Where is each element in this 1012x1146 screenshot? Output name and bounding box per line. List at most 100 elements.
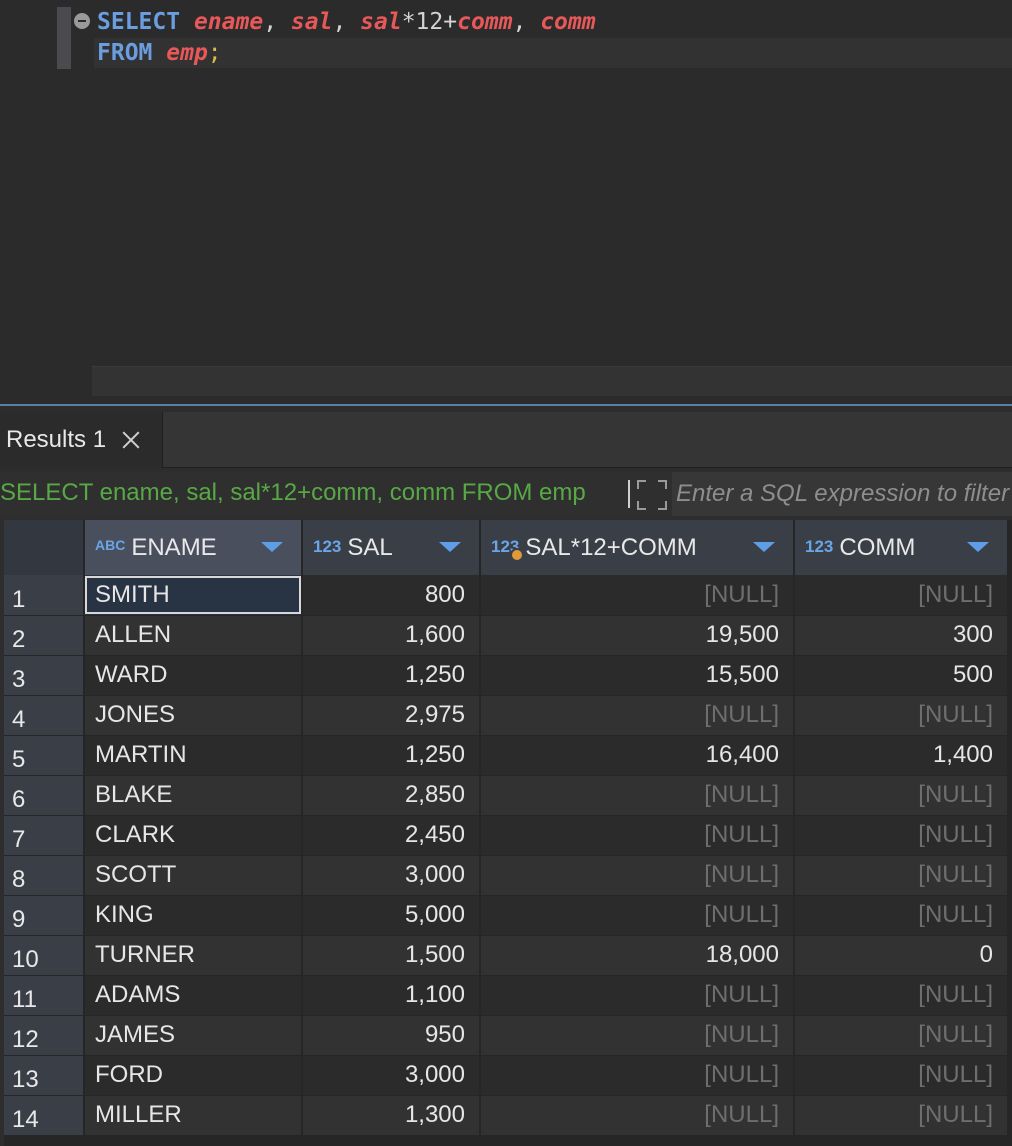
row-number[interactable]: 10 xyxy=(4,935,85,976)
cell-ename[interactable]: MARTIN xyxy=(84,735,303,776)
cell-ename[interactable]: CLARK xyxy=(84,815,303,856)
table-row[interactable]: 11 ADAMS 1,100 [NULL] [NULL] xyxy=(4,975,1009,1016)
table-row[interactable]: 13 FORD 3,000 [NULL] [NULL] xyxy=(4,1055,1009,1096)
row-number[interactable]: 9 xyxy=(4,895,85,936)
cell-ename[interactable]: KING xyxy=(84,895,303,936)
row-number[interactable]: 4 xyxy=(4,695,85,736)
column-header-sal[interactable]: 123 SAL xyxy=(302,520,481,575)
cell-sal[interactable]: 1,250 xyxy=(302,735,481,776)
cell-sal[interactable]: 2,975 xyxy=(302,695,481,736)
table-row[interactable]: 3 WARD 1,250 15,500 500 xyxy=(4,655,1009,696)
table-row[interactable]: 6 BLAKE 2,850 [NULL] [NULL] xyxy=(4,775,1009,816)
cell-sal[interactable]: 2,850 xyxy=(302,775,481,816)
row-number[interactable]: 5 xyxy=(4,735,85,776)
cell-annual-salary[interactable]: [NULL] xyxy=(480,1015,795,1056)
table-row[interactable]: 5 MARTIN 1,250 16,400 1,400 xyxy=(4,735,1009,776)
cell-ename[interactable]: JAMES xyxy=(84,1015,303,1056)
cell-annual-salary[interactable]: [NULL] xyxy=(480,695,795,736)
cell-comm[interactable]: 300 xyxy=(794,615,1009,656)
dropdown-arrow-icon[interactable] xyxy=(967,542,989,552)
cell-comm[interactable]: 1,400 xyxy=(794,735,1009,776)
cell-ename[interactable]: MILLER xyxy=(84,1095,303,1136)
cell-comm[interactable]: 0 xyxy=(794,935,1009,976)
row-number[interactable]: 11 xyxy=(4,975,85,1016)
code-line-1[interactable]: SELECT ename, sal, sal*12+comm, comm xyxy=(97,7,596,37)
cell-sal[interactable]: 1,600 xyxy=(302,615,481,656)
cell-ename[interactable]: WARD xyxy=(84,655,303,696)
row-number[interactable]: 8 xyxy=(4,855,85,896)
table-row[interactable]: 9 KING 5,000 [NULL] [NULL] xyxy=(4,895,1009,936)
cell-ename[interactable]: JONES xyxy=(84,695,303,736)
cell-sal[interactable]: 3,000 xyxy=(302,1055,481,1096)
cell-comm[interactable]: [NULL] xyxy=(794,1095,1009,1136)
cell-ename[interactable]: SCOTT xyxy=(84,855,303,896)
cell-ename[interactable]: ADAMS xyxy=(84,975,303,1016)
row-number[interactable]: 3 xyxy=(4,655,85,696)
cell-annual-salary[interactable]: [NULL] xyxy=(480,895,795,936)
cell-annual-salary[interactable]: [NULL] xyxy=(480,815,795,856)
row-number[interactable]: 7 xyxy=(4,815,85,856)
column-header-ename[interactable]: ABC ENAME xyxy=(84,520,303,575)
dropdown-arrow-icon[interactable] xyxy=(753,542,775,552)
column-header-comm[interactable]: 123 COMM xyxy=(794,520,1009,575)
cell-comm[interactable]: [NULL] xyxy=(794,775,1009,816)
cell-annual-salary[interactable]: 16,400 xyxy=(480,735,795,776)
table-row[interactable]: 4 JONES 2,975 [NULL] [NULL] xyxy=(4,695,1009,736)
cell-comm[interactable]: [NULL] xyxy=(794,575,1009,616)
editor-horizontal-scrollbar[interactable] xyxy=(92,366,1012,396)
table-row[interactable]: 8 SCOTT 3,000 [NULL] [NULL] xyxy=(4,855,1009,896)
row-number[interactable]: 13 xyxy=(4,1055,85,1096)
cell-annual-salary[interactable]: [NULL] xyxy=(480,975,795,1016)
table-row[interactable]: 10 TURNER 1,500 18,000 0 xyxy=(4,935,1009,976)
filter-input[interactable] xyxy=(672,472,1012,516)
cell-ename[interactable]: BLAKE xyxy=(84,775,303,816)
row-number[interactable]: 12 xyxy=(4,1015,85,1056)
cell-sal[interactable]: 1,500 xyxy=(302,935,481,976)
cell-sal[interactable]: 800 xyxy=(302,575,481,616)
cell-annual-salary[interactable]: [NULL] xyxy=(480,775,795,816)
cell-ename[interactable]: FORD xyxy=(84,1055,303,1096)
row-number[interactable]: 6 xyxy=(4,775,85,816)
cell-annual-salary[interactable]: [NULL] xyxy=(480,575,795,616)
sql-editor[interactable]: SELECT ename, sal, sal*12+comm, comm FRO… xyxy=(0,0,1012,405)
cell-ename[interactable]: TURNER xyxy=(84,935,303,976)
cell-annual-salary[interactable]: 18,000 xyxy=(480,935,795,976)
cell-comm[interactable]: [NULL] xyxy=(794,855,1009,896)
cell-sal[interactable]: 3,000 xyxy=(302,855,481,896)
corner-cell[interactable] xyxy=(4,520,85,575)
cell-comm[interactable]: [NULL] xyxy=(794,1055,1009,1096)
cell-sal[interactable]: 1,250 xyxy=(302,655,481,696)
row-number[interactable]: 2 xyxy=(4,615,85,656)
cell-annual-salary[interactable]: 19,500 xyxy=(480,615,795,656)
cell-comm[interactable]: [NULL] xyxy=(794,1015,1009,1056)
cell-ename[interactable]: SMITH xyxy=(84,575,303,616)
table-row[interactable]: 2 ALLEN 1,600 19,500 300 xyxy=(4,615,1009,656)
collapse-icon[interactable] xyxy=(74,13,90,29)
table-row[interactable]: 7 CLARK 2,450 [NULL] [NULL] xyxy=(4,815,1009,856)
table-row[interactable]: 14 MILLER 1,300 [NULL] [NULL] xyxy=(4,1095,1009,1136)
row-number[interactable]: 1 xyxy=(4,575,85,616)
cell-annual-salary[interactable]: [NULL] xyxy=(480,855,795,896)
cell-sal[interactable]: 1,100 xyxy=(302,975,481,1016)
table-row[interactable]: 12 JAMES 950 [NULL] [NULL] xyxy=(4,1015,1009,1056)
cell-annual-salary[interactable]: [NULL] xyxy=(480,1055,795,1096)
cell-comm[interactable]: [NULL] xyxy=(794,815,1009,856)
cell-annual-salary[interactable]: 15,500 xyxy=(480,655,795,696)
cell-comm[interactable]: [NULL] xyxy=(794,695,1009,736)
close-icon[interactable] xyxy=(120,429,142,451)
cell-ename[interactable]: ALLEN xyxy=(84,615,303,656)
table-row[interactable]: 1 SMITH 800 [NULL] [NULL] xyxy=(4,575,1009,616)
dropdown-arrow-icon[interactable] xyxy=(261,542,283,552)
cell-annual-salary[interactable]: [NULL] xyxy=(480,1095,795,1136)
cell-sal[interactable]: 950 xyxy=(302,1015,481,1056)
cell-comm[interactable]: [NULL] xyxy=(794,975,1009,1016)
cell-comm[interactable]: [NULL] xyxy=(794,895,1009,936)
code-line-2[interactable]: FROM emp; xyxy=(97,38,222,68)
cell-sal[interactable]: 2,450 xyxy=(302,815,481,856)
column-header-annual-salary[interactable]: 123 SAL*12+COMM xyxy=(480,520,795,575)
cell-sal[interactable]: 5,000 xyxy=(302,895,481,936)
tab-results-1[interactable]: Results 1 xyxy=(0,412,163,468)
row-number[interactable]: 14 xyxy=(4,1095,85,1136)
expand-icon[interactable] xyxy=(637,480,667,510)
cell-sal[interactable]: 1,300 xyxy=(302,1095,481,1136)
